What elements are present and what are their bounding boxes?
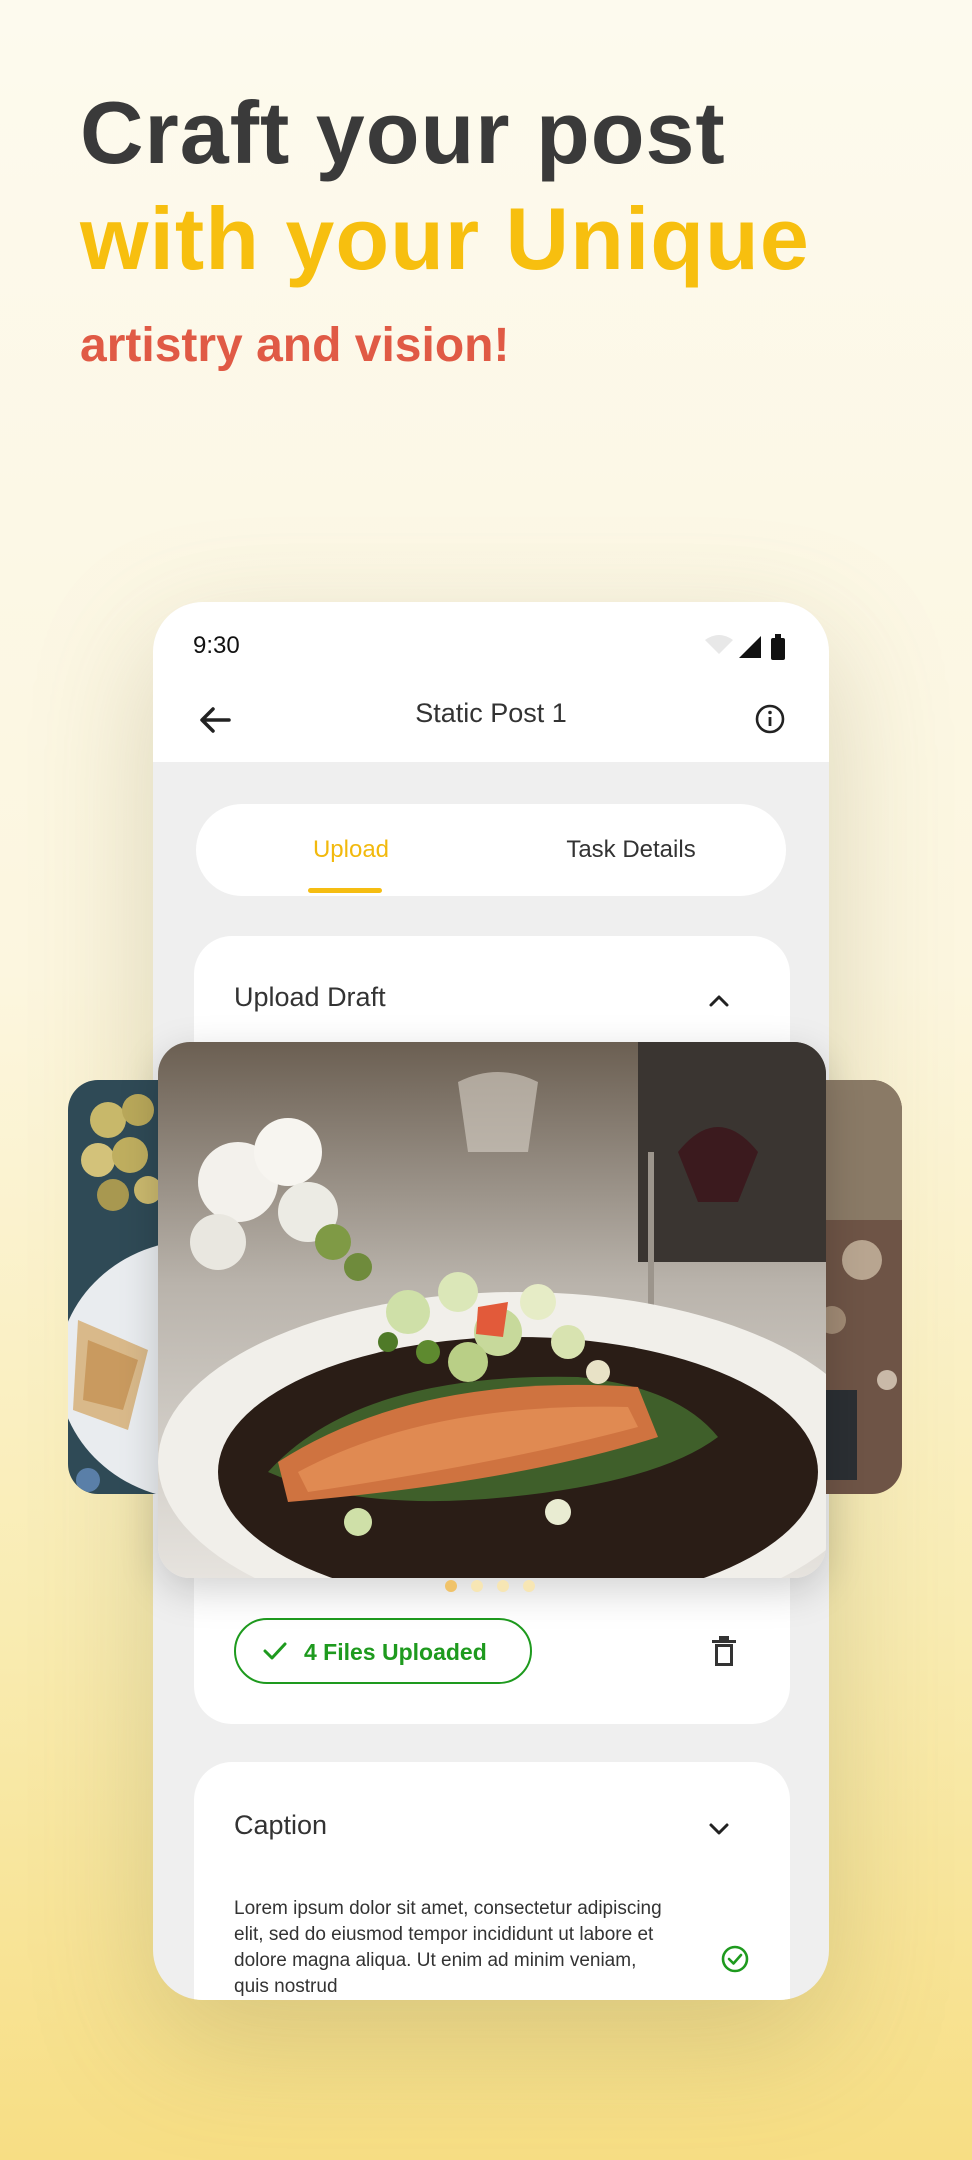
carousel-prev-image[interactable] [68,1080,168,1494]
files-uploaded-button[interactable]: 4 Files Uploaded [234,1618,532,1684]
carousel-pagination [445,1580,535,1594]
carousel-dot-3[interactable] [497,1580,509,1592]
status-time: 9:30 [193,632,240,659]
upload-draft-title: Upload Draft [234,982,386,1012]
grapes-and-bread-photo [68,1080,168,1494]
status-icons [705,634,785,660]
caption-card: Caption Lorem ipsum dolor sit amet, cons… [194,1762,790,2000]
files-uploaded-label: 4 Files Uploaded [304,1639,487,1665]
battery-icon [771,638,785,660]
check-icon [263,1642,287,1660]
info-icon[interactable] [753,702,787,736]
signal-icon [739,636,761,658]
headline-line-1: Craft your post [80,83,726,182]
salmon-dish-photo [158,1042,826,1578]
headline-line-2: with your Unique [80,189,810,288]
chevron-up-icon[interactable] [704,986,734,1016]
active-tab-indicator [308,888,382,893]
tab-task-details[interactable]: Task Details [516,804,746,896]
check-circle-icon [721,1945,749,1973]
carousel-dot-1[interactable] [445,1580,457,1592]
headline-line-3: artistry and vision! [80,319,510,372]
carousel-dot-2[interactable] [471,1580,483,1592]
carousel-main-image[interactable] [158,1042,826,1578]
carousel-dot-4[interactable] [523,1580,535,1592]
caption-title: Caption [234,1810,328,1840]
page-title: Static Post 1 [415,698,567,728]
trash-icon[interactable] [710,1636,738,1668]
app-header: 9:30 Static Post 1 [153,602,829,762]
tab-bar: Upload Task Details [196,804,786,896]
chevron-down-icon[interactable] [704,1814,734,1844]
wifi-icon [705,635,733,654]
caption-text[interactable]: Lorem ipsum dolor sit amet, consectetur … [234,1896,664,2000]
tab-upload[interactable]: Upload [236,804,466,896]
